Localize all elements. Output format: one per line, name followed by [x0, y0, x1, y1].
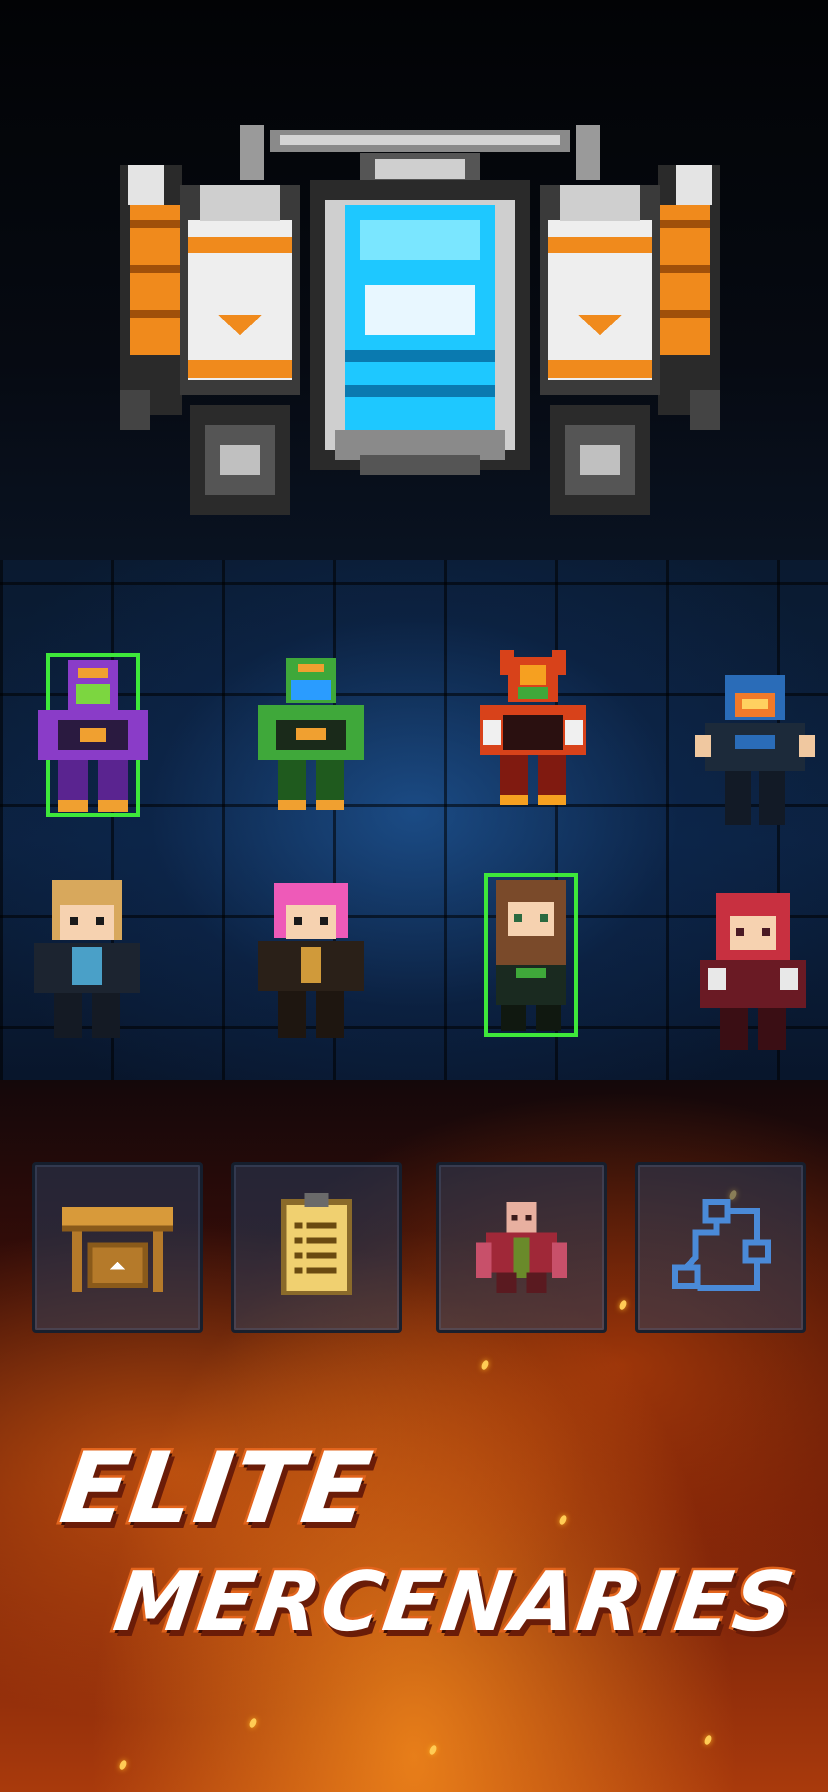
circuit-map-icon [660, 1187, 781, 1308]
commander-portrait-icon [461, 1187, 582, 1308]
mercenary-pink-hair-pilot[interactable] [236, 875, 386, 1045]
headline-line2: MERCENARIES [106, 1553, 804, 1653]
mercenary-purple-mech[interactable] [18, 650, 168, 820]
spaceship-icon [120, 125, 720, 565]
mercenary-brown-hair-pilot[interactable] [456, 870, 606, 1040]
game-promo-screen: ELITE MERCENARIES [0, 0, 828, 1792]
mercenary-red-mech[interactable] [458, 645, 608, 815]
mercenary-blonde-pilot[interactable] [12, 875, 162, 1045]
headline-line1: ELITE [51, 1430, 382, 1549]
clipboard-button[interactable] [231, 1162, 402, 1333]
mercenary-blue-helmet-trooper[interactable] [680, 665, 828, 835]
mercenary-red-hair-pilot[interactable] [678, 888, 828, 1058]
workbench-button[interactable] [32, 1162, 203, 1333]
commander-button[interactable] [436, 1162, 607, 1333]
clipboard-icon [256, 1187, 377, 1308]
mercenary-green-mech[interactable] [236, 650, 386, 820]
circuit-map-button[interactable] [635, 1162, 806, 1333]
workbench-icon [57, 1187, 178, 1308]
